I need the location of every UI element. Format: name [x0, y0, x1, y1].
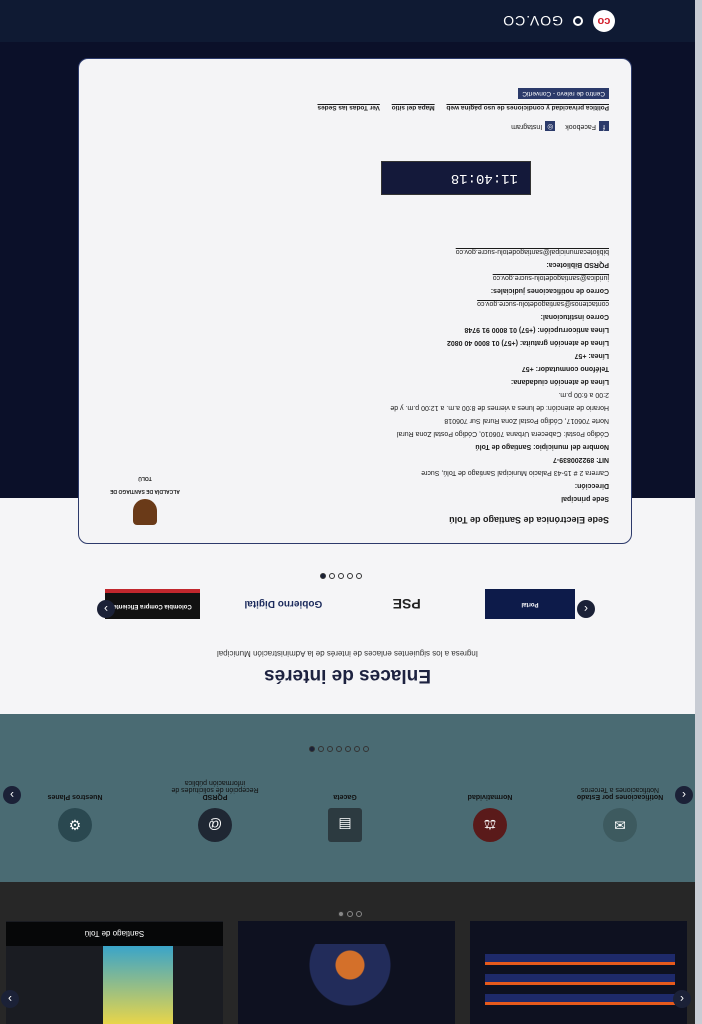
correo-judicial-label: Correo de notificaciones judiciales:	[490, 287, 609, 294]
linea-ciudadana-label: Línea de atención ciudadana:	[510, 378, 609, 385]
mail-icon: @	[198, 808, 232, 842]
sede-principal-label: Sede principal	[561, 495, 609, 502]
carousel-dots	[309, 746, 369, 752]
law-icon: ⚖	[473, 808, 507, 842]
carousel-dot[interactable]	[363, 746, 369, 752]
carousel-dot[interactable]	[327, 746, 333, 752]
scrollbar[interactable]	[695, 0, 702, 1024]
partner-logo[interactable]: Colombia Compra Eficiente	[105, 589, 201, 619]
chevron-left-icon[interactable]: ›	[97, 600, 115, 618]
privacy-link[interactable]: Política privacidad y condiciones de uso…	[446, 104, 609, 111]
pqrsd-label: PQRSD Biblioteca:	[546, 261, 609, 268]
service-title: Gaceta	[333, 793, 357, 800]
news-card[interactable]	[238, 921, 455, 1024]
chevron-left-icon[interactable]: ›	[3, 786, 21, 804]
footer-links: Política privacidad y condiciones de uso…	[229, 88, 609, 113]
gear-icon: ⚙	[58, 808, 92, 842]
news-card[interactable]: Santiago de Tolú	[6, 921, 223, 1024]
clock-time: 11:40:18	[450, 170, 518, 186]
notification-icon: ✉	[603, 808, 637, 842]
carousel-dot[interactable]	[354, 746, 360, 752]
centro-relevo-link[interactable]: Centro de relevo - ConvertiC	[518, 88, 609, 99]
gov-seal-icon	[573, 16, 583, 26]
news-image	[275, 944, 425, 1014]
facebook-link[interactable]: fFacebook	[565, 120, 609, 133]
instagram-icon: ◎	[545, 121, 556, 132]
seal-text: ALCALDÍA DE SANTIAGO DE TOLÚ	[110, 475, 180, 494]
service-title: PQRSD	[202, 793, 228, 800]
carousel-dot[interactable]	[356, 911, 362, 917]
govco-bar: co GOV.CO	[0, 0, 695, 42]
news-image	[485, 954, 675, 1014]
carousel-dot[interactable]	[336, 746, 342, 752]
social-links: fFacebook ◎Instagram	[511, 120, 609, 133]
all-sedes-link[interactable]: Ver Todas las Sedes	[317, 104, 379, 111]
service-item-gaceta[interactable]: ▤ Gaceta	[285, 793, 405, 842]
footer-card: ALCALDÍA DE SANTIAGO DE TOLÚ Sede Electr…	[78, 58, 632, 544]
carousel-dot[interactable]	[329, 573, 335, 579]
gazette-icon: ▤	[328, 808, 362, 842]
telefono: Teléfono conmutador: +57	[521, 365, 609, 372]
horario: Horario de atención: de lunes a viernes …	[390, 391, 609, 411]
service-item-pqrsd[interactable]: @ PQRSD Recepción de solicitudes de info…	[155, 779, 275, 842]
chevron-right-icon[interactable]: ‹	[577, 600, 595, 618]
carousel-dot[interactable]	[356, 573, 362, 579]
enlaces-title: Enlaces de interés	[264, 665, 431, 686]
facebook-icon: f	[599, 121, 609, 132]
municipal-seal: ALCALDÍA DE SANTIAGO DE TOLÚ	[105, 471, 185, 525]
service-title: Nuestros Planes	[47, 793, 103, 800]
carousel-dots	[338, 911, 362, 917]
chevron-right-icon[interactable]: ‹	[673, 990, 691, 1008]
correo-judicial-link[interactable]: juridica@santiagodetolu-sucre.gov.co	[101, 271, 609, 284]
carousel-dot[interactable]	[320, 573, 326, 579]
news-caption: Santiago de Tolú	[6, 922, 223, 946]
carousel-dot[interactable]	[347, 911, 353, 917]
news-image	[103, 946, 173, 1024]
direccion-label: Dirección:	[574, 482, 609, 489]
news-section: Santiago de Tolú ‹ ›	[0, 882, 695, 1024]
shield-icon	[133, 499, 157, 525]
contact-info: Sede principal Dirección: Carrera 2 # 15…	[101, 245, 609, 505]
service-title: Normatividad	[467, 793, 513, 800]
linea-anticorrupcion: Línea anticorrupción: (+57) 01 8000 91 9…	[464, 326, 609, 333]
govco-logo[interactable]: co	[593, 10, 615, 32]
nit: NIT: 892200839-7	[552, 456, 609, 463]
correo-institucional-label: Correo institucional:	[540, 313, 609, 320]
carousel-dots	[320, 573, 362, 579]
service-title: Notificaciones por Estado	[576, 793, 664, 800]
linea: Línea: +57	[574, 352, 609, 359]
service-subtitle: Notificaciones a Terceros	[580, 786, 660, 793]
partner-logo[interactable]: PSE	[367, 589, 447, 619]
pqrsd-link[interactable]: bibliotecamunicipal@santiagodetolu-sucre…	[101, 245, 609, 258]
carousel-dot[interactable]	[338, 911, 344, 917]
enlaces-subtitle: Ingresa a los siguientes enlaces de inte…	[216, 649, 479, 658]
govco-brand[interactable]: GOV.CO	[502, 13, 563, 29]
instagram-link[interactable]: ◎Instagram	[511, 120, 556, 133]
chevron-left-icon[interactable]: ›	[1, 990, 19, 1008]
municipio-nombre: Nombre del municipio: Santiago de Tolú	[475, 443, 609, 450]
carousel-dot[interactable]	[345, 746, 351, 752]
facebook-label: Facebook	[565, 123, 596, 130]
carousel-dot[interactable]	[347, 573, 353, 579]
partner-logo[interactable]: Portal	[485, 589, 575, 619]
partners-row: Portal PSE Gobierno Digital Colombia Com…	[105, 584, 575, 624]
linea-gratuita: Línea de atención gratuita: (+57) 01 800…	[446, 339, 609, 346]
carousel-dot[interactable]	[338, 573, 344, 579]
service-subtitle: Recepción de solicitudes de información …	[171, 779, 259, 793]
codigo-postal: Código Postal: Cabecera Urbana 706010, C…	[396, 417, 609, 437]
partner-logo[interactable]: Gobierno Digital	[238, 589, 328, 619]
service-item-planes[interactable]: ⚙ Nuestros Planes	[15, 793, 135, 842]
service-item-normatividad[interactable]: ⚖ Normatividad	[430, 793, 550, 842]
carousel-dot[interactable]	[318, 746, 324, 752]
instagram-label: Instagram	[511, 123, 543, 130]
clock-widget: 11:40:18	[381, 161, 531, 195]
correo-institucional-link[interactable]: contactenos@santiagodetolu-sucre.gov.co	[101, 297, 609, 310]
sitemap-link[interactable]: Mapa del sitio	[392, 104, 435, 111]
news-card[interactable]	[470, 921, 687, 1024]
chevron-right-icon[interactable]: ‹	[675, 786, 693, 804]
carousel-dot[interactable]	[309, 746, 315, 752]
services-section: ✉ Notificaciones por Estado Notificacion…	[0, 712, 695, 882]
service-item-notificaciones[interactable]: ✉ Notificaciones por Estado Notificacion…	[560, 786, 680, 842]
